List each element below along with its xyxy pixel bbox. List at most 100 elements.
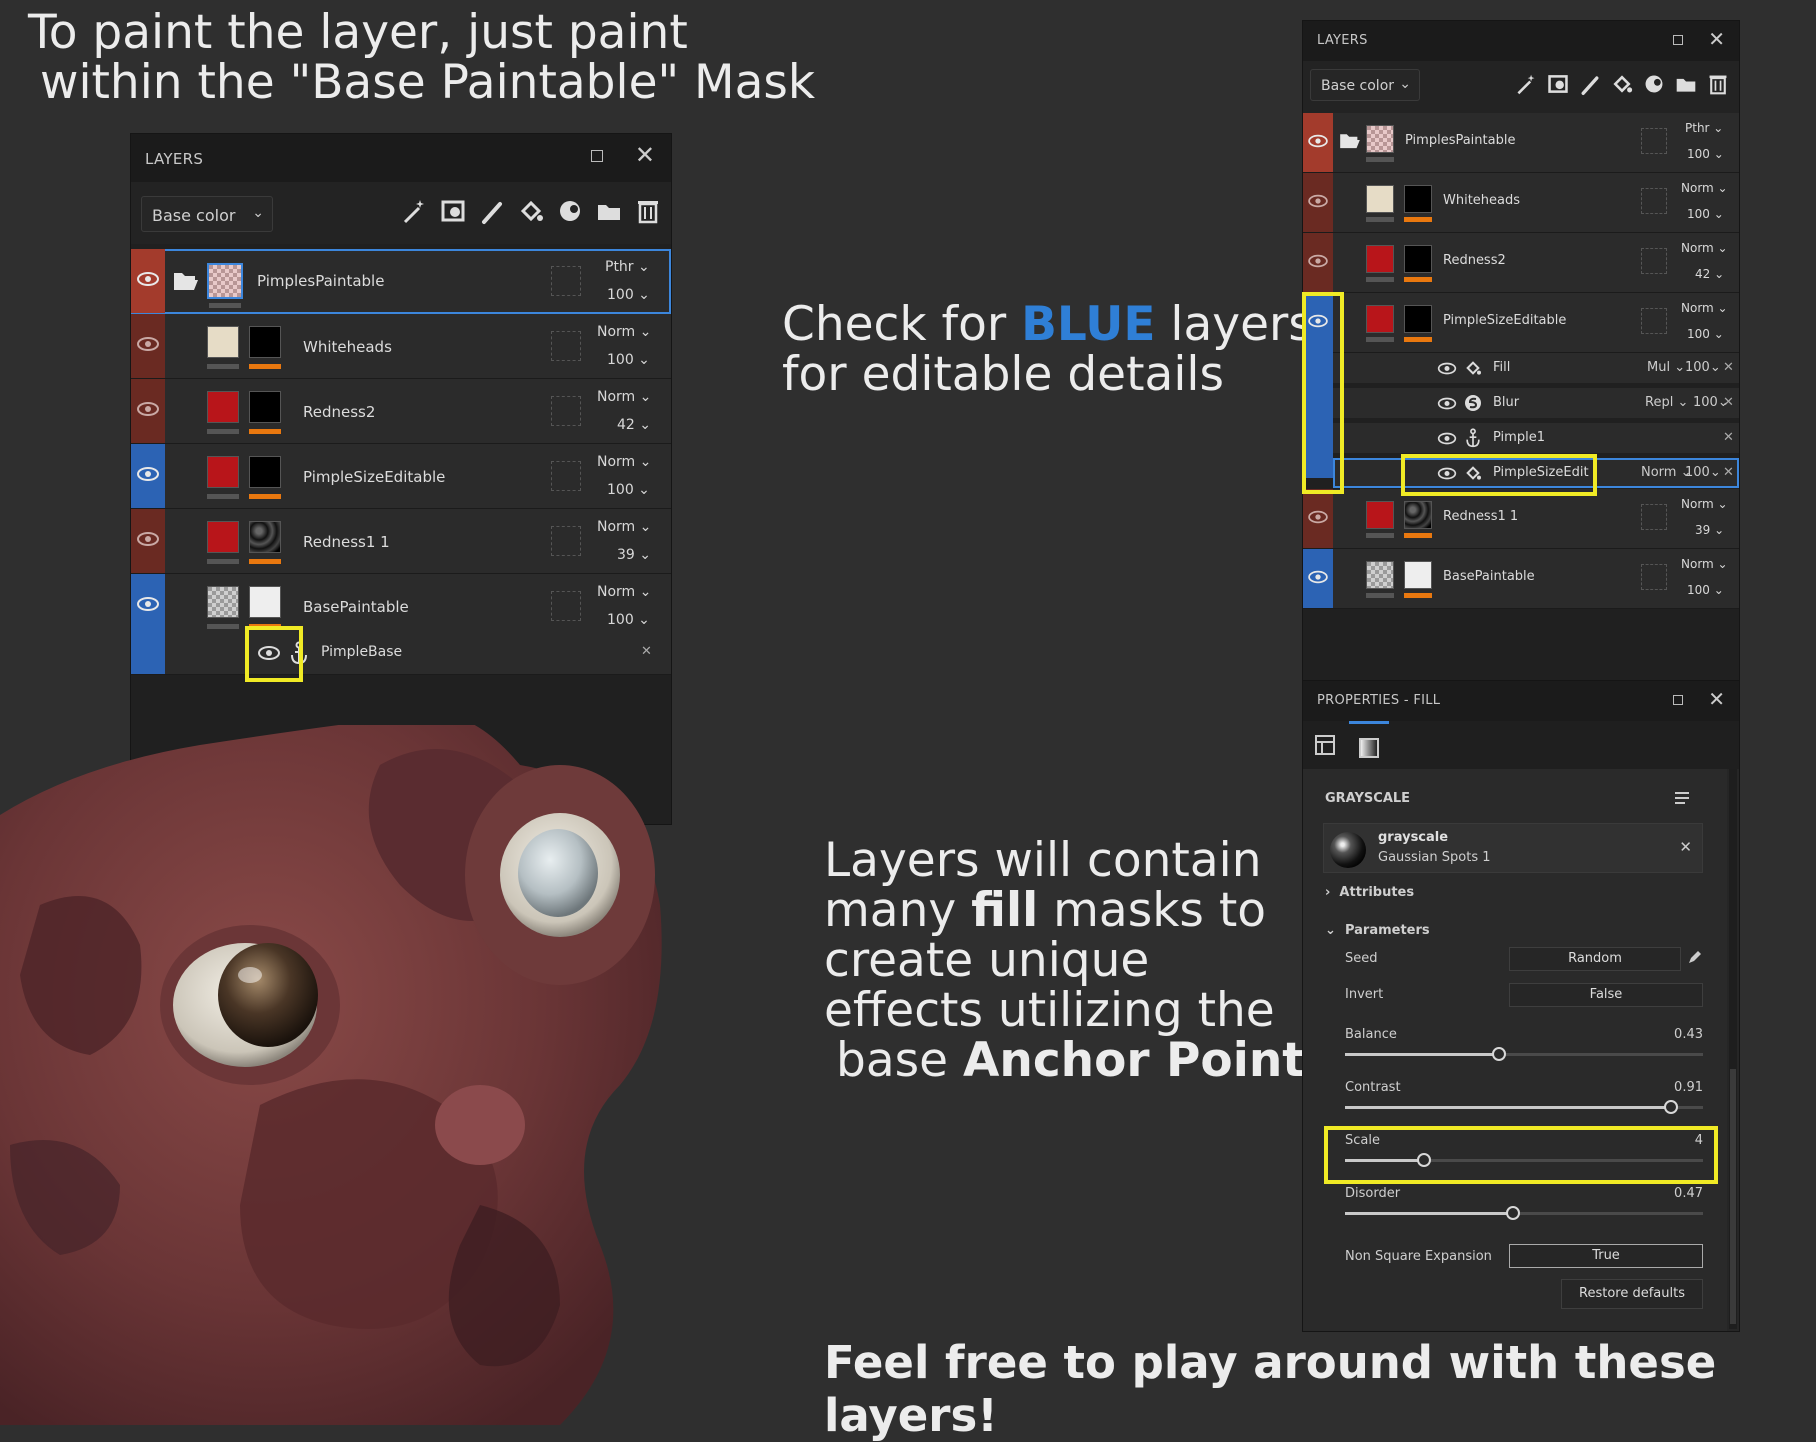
eye-icon[interactable] [1437,396,1457,411]
resource-slot[interactable]: grayscale Gaussian Spots 1 ✕ [1323,823,1703,873]
eye-icon[interactable] [1308,253,1328,269]
layer-row-redness2[interactable]: Redness2 Norm ⌄ 42 ⌄ [1303,233,1739,293]
opacity-dropdown[interactable]: 100 ⌄ [607,482,650,498]
blend-mode-dropdown[interactable]: Norm ⌄ [597,454,651,470]
smart-material-icon[interactable] [557,196,583,226]
blend-mode-dropdown[interactable]: Pthr ⌄ [1685,121,1723,135]
blend-mode-dropdown[interactable]: Norm ⌄ [1681,301,1728,315]
blend-mode-dropdown[interactable]: Norm ⌄ [1681,241,1728,255]
remove-effect-icon[interactable]: ✕ [1723,465,1734,480]
dock-icon[interactable] [591,150,603,162]
add-mask-icon[interactable] [1547,71,1569,97]
layer-row-redness1[interactable]: Redness1 1 Norm ⌄ 39 ⌄ [1303,489,1739,549]
opacity-dropdown[interactable]: 100 ⌄ [1687,207,1724,221]
dock-icon[interactable] [1673,695,1683,705]
eye-icon[interactable] [1437,431,1457,446]
scrollbar[interactable] [1729,769,1737,1329]
attributes-toggle[interactable]: › Attributes [1325,885,1414,900]
folder-icon[interactable] [1675,71,1697,97]
effect-row-blur[interactable]: Blur Repl ⌄ 100⌄ ✕ [1333,388,1739,418]
menu-lines-icon[interactable] [1673,789,1691,807]
close-icon[interactable]: ✕ [1708,689,1725,709]
add-mask-icon[interactable] [440,196,466,226]
layer-row-whiteheads[interactable]: Whiteheads Norm ⌄ 100 ⌄ [1303,173,1739,233]
eye-icon[interactable] [1308,193,1328,209]
opacity-dropdown[interactable]: 100 ⌄ [1687,583,1724,597]
restore-defaults-button[interactable]: Restore defaults [1561,1279,1703,1309]
channel-dropdown[interactable]: Base color ⌄ [141,196,273,232]
trash-icon[interactable] [635,196,661,226]
invert-dropdown[interactable]: False [1509,983,1703,1007]
slider-track[interactable] [1345,1053,1703,1056]
close-icon[interactable]: ✕ [635,143,655,167]
remove-effect-icon[interactable]: ✕ [641,644,652,659]
eye-icon[interactable] [137,270,159,288]
slider-handle[interactable] [1663,1100,1678,1114]
non-square-expansion-dropdown[interactable]: True [1509,1244,1703,1268]
effect-blend-dropdown[interactable]: Norm ⌄ [1641,465,1692,480]
remove-effect-icon[interactable]: ✕ [1723,430,1734,445]
opacity-dropdown[interactable]: 100 ⌄ [607,612,650,628]
slider-handle[interactable] [1506,1206,1521,1220]
layer-row-redness1[interactable]: Redness1 1 Norm ⌄ 39 ⌄ [131,509,671,574]
opacity-dropdown[interactable]: 100 ⌄ [1687,327,1724,341]
fill-bucket-icon[interactable] [518,196,544,226]
channel-dropdown[interactable]: Base color ⌄ [1310,69,1420,101]
folder-icon[interactable] [596,196,622,226]
effect-opacity-dropdown[interactable]: 100⌄ [1685,465,1721,480]
layer-row-pimples-paintable[interactable]: PimplesPaintable Pthr ⌄ 100 ⌄ [131,249,671,314]
blend-mode-dropdown[interactable]: Norm ⌄ [1681,557,1728,571]
opacity-dropdown[interactable]: 42 ⌄ [617,417,651,433]
tab-fill-settings[interactable] [1307,727,1343,763]
slider-track[interactable] [1345,1212,1703,1215]
layer-row-pimples-paintable[interactable]: PimplesPaintable Pthr ⌄ 100 ⌄ [1303,113,1739,173]
slider-handle[interactable] [1491,1047,1506,1061]
trash-icon[interactable] [1707,71,1729,97]
layer-row-redness2[interactable]: Redness2 Norm ⌄ 42 ⌄ [131,379,671,444]
slider-track[interactable] [1345,1106,1703,1109]
tab-grayscale[interactable] [1349,721,1389,767]
effect-row-pimple1[interactable]: Pimple1 ✕ [1333,423,1739,453]
brush-icon[interactable] [1579,71,1601,97]
layer-row-base-paintable[interactable]: BasePaintable Norm ⌄ 100 ⌄ [1303,549,1739,609]
blend-mode-dropdown[interactable]: Norm ⌄ [597,584,651,600]
opacity-dropdown[interactable]: 100 ⌄ [607,352,650,368]
blend-mode-dropdown[interactable]: Pthr ⌄ [605,259,650,275]
dock-icon[interactable] [1673,35,1683,45]
magic-wand-icon[interactable] [1515,71,1537,97]
blend-mode-dropdown[interactable]: Norm ⌄ [1681,497,1728,511]
eye-icon[interactable] [137,465,159,483]
effect-row-pimple-base[interactable]: PimpleBase ✕ [165,638,671,668]
eye-icon[interactable] [137,595,159,613]
scrollbar-thumb[interactable] [1730,1069,1736,1324]
effect-blend-dropdown[interactable]: Repl ⌄ [1645,395,1688,410]
eye-icon[interactable] [1308,133,1328,149]
eye-icon[interactable] [1308,509,1328,525]
fill-bucket-icon[interactable] [1611,71,1633,97]
layer-row-base-paintable[interactable]: BasePaintable Norm ⌄ 100 ⌄ PimpleBase ✕ [131,574,671,675]
eye-icon[interactable] [137,530,159,548]
eye-icon[interactable] [1437,361,1457,376]
effect-row-fill[interactable]: Fill Mul ⌄ 100⌄ ✕ [1333,353,1739,383]
eye-icon[interactable] [1308,569,1328,585]
eye-icon[interactable] [137,400,159,418]
opacity-dropdown[interactable]: 100 ⌄ [1687,147,1724,161]
blend-mode-dropdown[interactable]: Norm ⌄ [597,324,651,340]
clear-resource-icon[interactable]: ✕ [1679,838,1692,856]
opacity-dropdown[interactable]: 100 ⌄ [607,287,650,303]
layer-row-pimple-size-editable[interactable]: PimpleSizeEditable Norm ⌄ 100 ⌄ [131,444,671,509]
blend-mode-dropdown[interactable]: Norm ⌄ [597,389,651,405]
close-icon[interactable]: ✕ [1708,29,1725,49]
effect-opacity-dropdown[interactable]: 100⌄ [1685,360,1721,375]
magic-wand-icon[interactable] [401,196,427,226]
effect-blend-dropdown[interactable]: Mul ⌄ [1647,360,1685,375]
opacity-dropdown[interactable]: 39 ⌄ [1695,523,1724,537]
remove-effect-icon[interactable]: ✕ [1723,395,1734,410]
remove-effect-icon[interactable]: ✕ [1723,360,1734,375]
pencil-icon[interactable] [1687,949,1703,965]
blend-mode-dropdown[interactable]: Norm ⌄ [597,519,651,535]
brush-icon[interactable] [479,196,505,226]
blend-mode-dropdown[interactable]: Norm ⌄ [1681,181,1728,195]
opacity-dropdown[interactable]: 39 ⌄ [617,547,651,563]
seed-random-button[interactable]: Random [1509,947,1681,971]
